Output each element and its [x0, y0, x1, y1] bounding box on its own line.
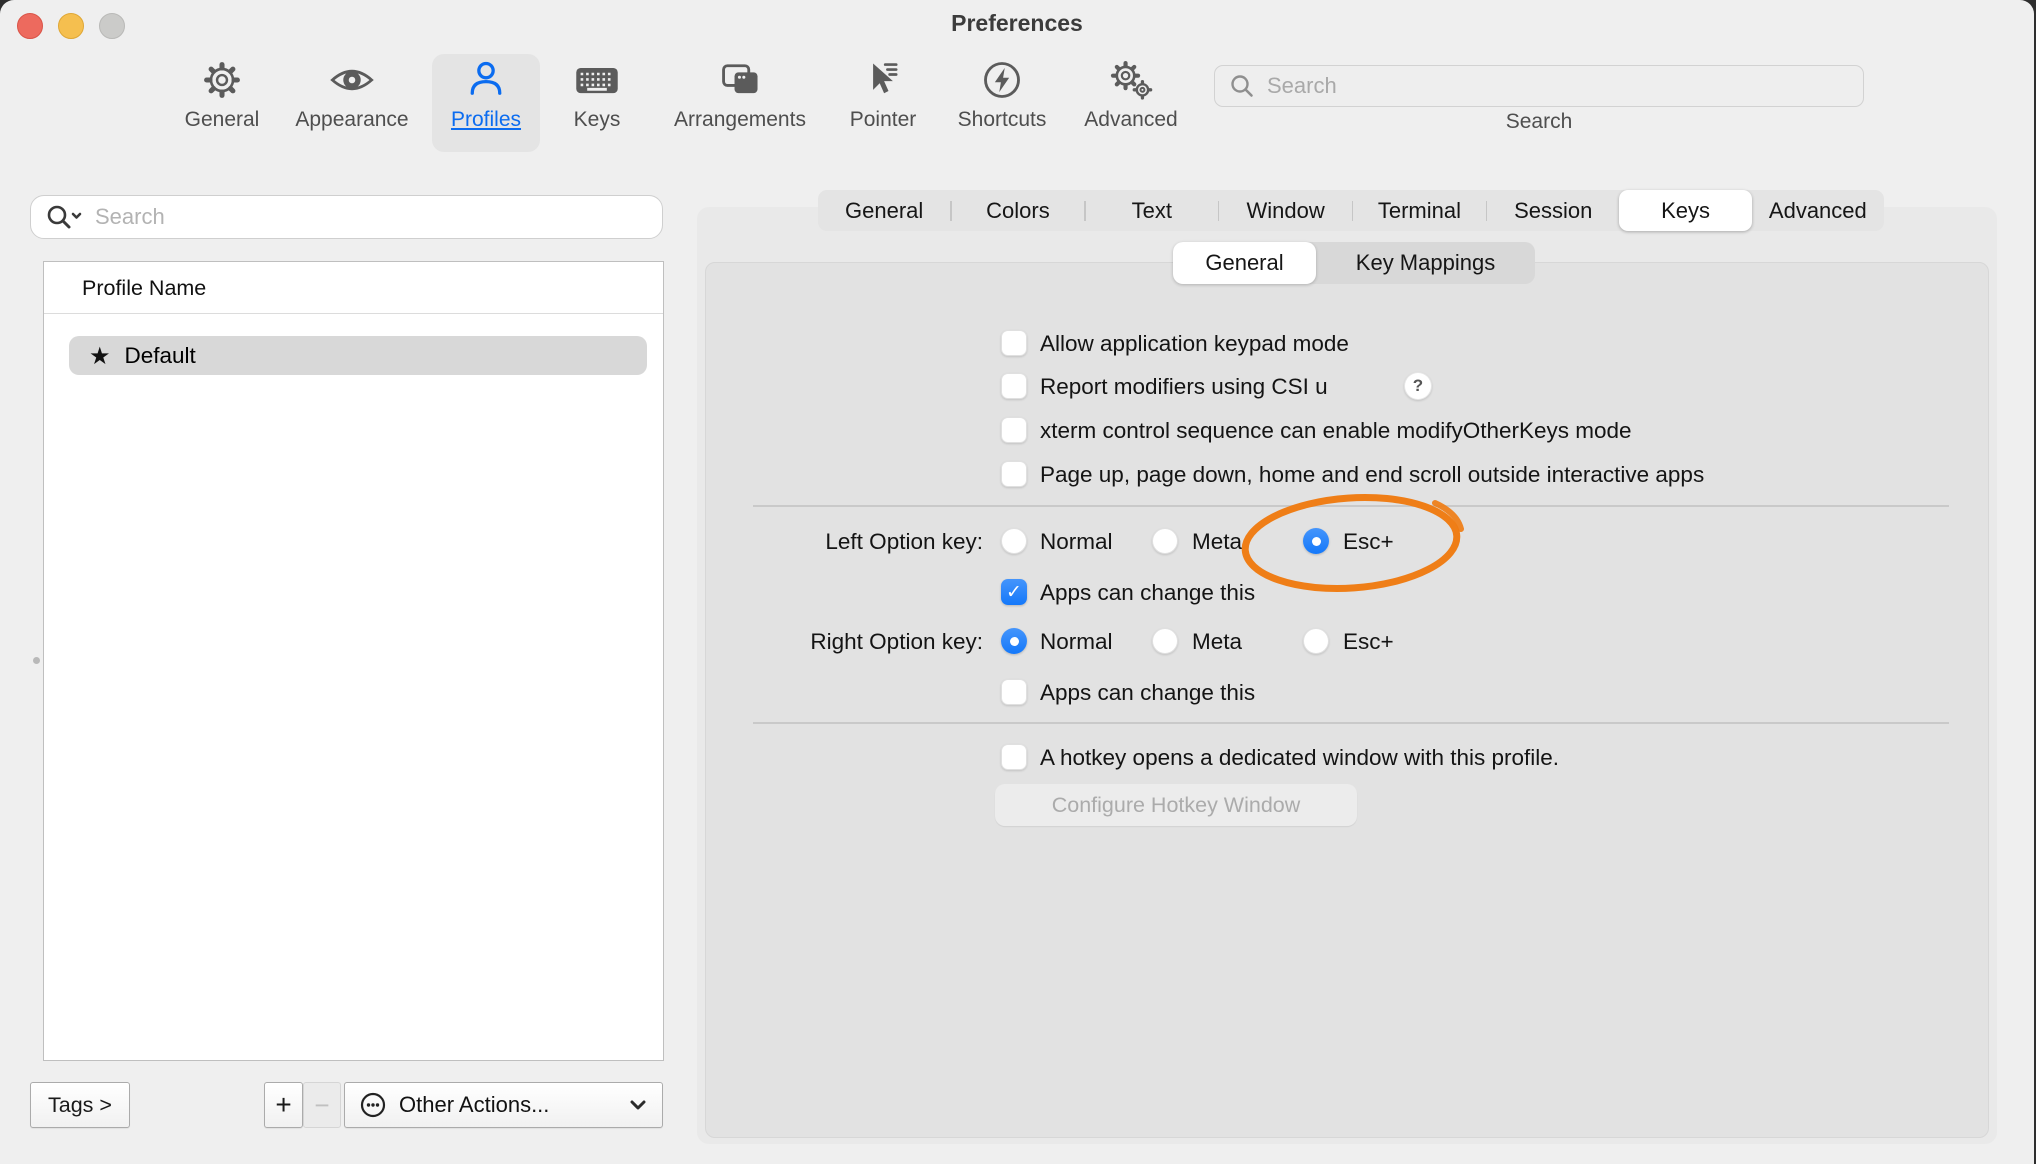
checkbox-hotkey-window[interactable]	[1001, 744, 1027, 770]
checkbox-label: Apps can change this	[1040, 579, 1255, 605]
tab-window[interactable]: Window	[1219, 190, 1351, 231]
person-icon	[464, 54, 508, 106]
bolt-icon	[980, 54, 1024, 106]
splitter-dot	[33, 657, 40, 664]
radio-left-option-meta[interactable]	[1152, 528, 1178, 554]
section-divider	[753, 505, 1949, 507]
subtab-key-mappings[interactable]: Key Mappings	[1316, 242, 1535, 284]
tab-keys[interactable]: Keys	[1619, 190, 1751, 231]
windows-icon	[717, 54, 763, 106]
toolbar-item-label: General	[185, 108, 260, 132]
keys-subtabbar: General Key Mappings	[1173, 242, 1535, 284]
radio-label: Meta	[1192, 528, 1242, 554]
cursor-icon	[861, 54, 905, 106]
checkbox-label: Page up, page down, home and end scroll …	[1040, 461, 1704, 487]
preferences-window: Preferences General	[0, 0, 2034, 1164]
search-menu-icon	[45, 203, 85, 231]
other-actions-label: Other Actions...	[399, 1092, 549, 1118]
toolbar-item-advanced[interactable]: Advanced	[1068, 54, 1194, 152]
toolbar-item-keys[interactable]: Keys	[552, 54, 642, 152]
radio-right-option-meta[interactable]	[1152, 628, 1178, 654]
toolbar-search-field[interactable]	[1214, 65, 1864, 107]
profile-search-input[interactable]	[93, 203, 617, 231]
left-option-key-label: Left Option key:	[690, 528, 983, 554]
window-title: Preferences	[0, 10, 2034, 37]
radio-label: Meta	[1192, 628, 1242, 654]
checkbox-application-keypad[interactable]	[1001, 330, 1027, 356]
toolbar-item-arrangements[interactable]: Arrangements	[652, 54, 828, 152]
remove-profile-button[interactable]: −	[303, 1082, 341, 1128]
star-icon: ★	[89, 342, 111, 370]
profile-name: Default	[125, 343, 196, 369]
toolbar-item-profiles[interactable]: Profiles	[432, 54, 540, 152]
checkbox-label: xterm control sequence can enable modify…	[1040, 417, 1632, 443]
toolbar-item-label: Advanced	[1084, 108, 1177, 132]
tab-session[interactable]: Session	[1487, 190, 1619, 231]
tab-advanced[interactable]: Advanced	[1752, 190, 1884, 231]
radio-label: Esc+	[1343, 528, 1394, 554]
checkbox-csi-u[interactable]	[1001, 373, 1027, 399]
toolbar-item-label: Keys	[574, 108, 621, 132]
keys-general-panel	[705, 262, 1989, 1138]
toolbar-item-label: Appearance	[295, 108, 408, 132]
toolbar-item-label: Shortcuts	[958, 108, 1047, 132]
toolbar-item-label: Profiles	[451, 108, 521, 132]
checkbox-modifyotherkeys[interactable]	[1001, 417, 1027, 443]
tab-colors[interactable]: Colors	[952, 190, 1084, 231]
tab-general[interactable]: General	[818, 190, 950, 231]
gear-icon	[200, 54, 244, 106]
tab-text[interactable]: Text	[1086, 190, 1218, 231]
toolbar-item-label: Arrangements	[674, 108, 806, 132]
checkbox-label: Apps can change this	[1040, 679, 1255, 705]
tab-terminal[interactable]: Terminal	[1353, 190, 1485, 231]
radio-label: Esc+	[1343, 628, 1394, 654]
toolbar-item-label: Pointer	[850, 108, 917, 132]
eye-icon	[328, 54, 376, 106]
gears-icon	[1107, 54, 1155, 106]
radio-label: Normal	[1040, 528, 1113, 554]
profile-list: Profile Name ★ Default	[43, 261, 664, 1061]
toolbar-item-pointer[interactable]: Pointer	[830, 54, 936, 152]
checkbox-label: A hotkey opens a dedicated window with t…	[1040, 744, 1559, 770]
ellipsis-circle-icon	[359, 1091, 387, 1119]
list-header-divider	[44, 313, 663, 314]
radio-left-option-normal[interactable]	[1001, 528, 1027, 554]
checkbox-right-apps-can-change[interactable]	[1001, 679, 1027, 705]
checkbox-left-apps-can-change[interactable]: ✓	[1001, 579, 1027, 605]
radio-left-option-esc[interactable]	[1303, 528, 1329, 554]
toolbar-item-shortcuts[interactable]: Shortcuts	[940, 54, 1064, 152]
radio-right-option-normal[interactable]	[1001, 628, 1027, 654]
help-button[interactable]: ?	[1404, 372, 1432, 400]
profile-tabbar: General Colors Text Window Terminal Sess…	[818, 190, 1884, 231]
subtab-general[interactable]: General	[1173, 242, 1316, 284]
radio-right-option-esc[interactable]	[1303, 628, 1329, 654]
add-profile-button[interactable]: +	[264, 1082, 303, 1128]
check-icon: ✓	[1006, 581, 1022, 603]
tags-button[interactable]: Tags >	[30, 1082, 130, 1128]
keyboard-icon	[573, 54, 621, 106]
profile-list-header: Profile Name	[82, 276, 206, 301]
search-icon	[1229, 73, 1255, 99]
configure-hotkey-window-button: Configure Hotkey Window	[995, 784, 1357, 826]
profile-row-default[interactable]: ★ Default	[69, 336, 647, 375]
other-actions-dropdown[interactable]: Other Actions...	[344, 1082, 663, 1128]
toolbar-item-appearance[interactable]: Appearance	[282, 54, 422, 152]
radio-label: Normal	[1040, 628, 1113, 654]
section-divider	[753, 722, 1949, 724]
toolbar-search-input[interactable]	[1265, 72, 1829, 100]
checkbox-page-scroll[interactable]	[1001, 461, 1027, 487]
chevron-down-icon	[630, 1100, 646, 1110]
right-option-key-label: Right Option key:	[690, 628, 983, 654]
toolbar-item-general[interactable]: General	[162, 54, 282, 152]
profile-search-field[interactable]	[30, 195, 663, 239]
checkbox-label: Allow application keypad mode	[1040, 330, 1349, 356]
toolbar-search-caption: Search	[1214, 110, 1864, 134]
checkbox-label: Report modifiers using CSI u	[1040, 373, 1328, 399]
